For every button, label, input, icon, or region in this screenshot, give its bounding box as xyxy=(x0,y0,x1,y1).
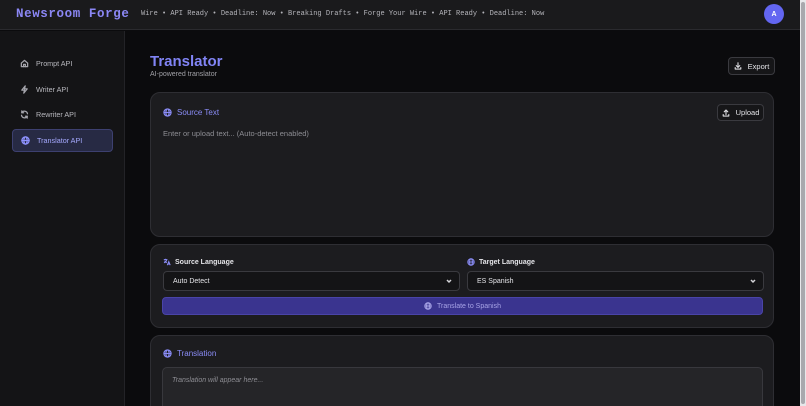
sidebar: Prompt API Writer API Rewriter API Trans… xyxy=(0,31,125,406)
translate-button[interactable]: Translate to Spanish xyxy=(162,297,763,315)
page-title: Translator xyxy=(150,53,223,70)
home-icon xyxy=(20,59,29,68)
source-text-input[interactable]: Enter or upload text... (Auto-detect ena… xyxy=(163,129,309,138)
sidebar-item-label: Rewriter API xyxy=(36,110,76,119)
bolt-icon xyxy=(21,85,28,94)
translation-label: Translation xyxy=(177,349,217,358)
chevron-down-icon xyxy=(750,278,756,284)
sidebar-item-label: Translator API xyxy=(37,136,83,145)
translation-heading: Translation xyxy=(163,349,216,358)
translation-placeholder: Translation will appear here... xyxy=(172,377,264,384)
refresh-icon xyxy=(20,110,29,119)
source-text-heading: Source Text xyxy=(163,108,219,117)
upload-button[interactable]: Upload xyxy=(717,104,764,121)
news-ticker: Wire • API Ready • Deadline: Now • Break… xyxy=(141,10,545,18)
download-icon xyxy=(734,62,742,70)
translation-output[interactable]: Translation will appear here... xyxy=(162,367,763,406)
brand-logo[interactable]: Newsroom Forge xyxy=(16,7,129,21)
target-language-text: Target Language xyxy=(479,258,535,266)
target-language-value: ES Spanish xyxy=(477,277,514,285)
source-text-card: Source Text Upload Enter or upload text.… xyxy=(150,92,774,237)
language-icon xyxy=(163,258,171,266)
sidebar-item-label: Prompt API xyxy=(36,59,73,68)
top-bar: Newsroom Forge Wire • API Ready • Deadli… xyxy=(0,0,800,30)
globe-icon xyxy=(163,349,172,358)
upload-icon xyxy=(722,108,729,117)
globe-icon xyxy=(21,136,30,145)
source-language-text: Source Language xyxy=(175,258,234,266)
source-language-label: Source Language xyxy=(163,258,234,266)
sidebar-item-writer-api[interactable]: Writer API xyxy=(12,78,113,101)
globe-icon xyxy=(424,302,432,310)
target-language-select[interactable]: ES Spanish xyxy=(467,271,764,291)
globe-icon xyxy=(163,108,172,117)
sidebar-item-prompt-api[interactable]: Prompt API xyxy=(12,52,113,75)
upload-label: Upload xyxy=(735,108,760,117)
scrollbar-thumb[interactable] xyxy=(801,2,805,404)
globe-icon xyxy=(467,258,475,266)
chevron-down-icon xyxy=(446,278,452,284)
sidebar-item-rewriter-api[interactable]: Rewriter API xyxy=(12,103,113,126)
user-avatar[interactable]: A xyxy=(764,4,784,24)
sidebar-item-translator-api[interactable]: Translator API xyxy=(12,129,113,152)
page-subtitle: AI-powered translator xyxy=(150,71,217,78)
export-label: Export xyxy=(747,61,770,71)
translate-button-label: Translate to Spanish xyxy=(437,302,501,310)
language-card: Source Language Auto Detect Target Langu… xyxy=(150,244,774,328)
sidebar-item-label: Writer API xyxy=(36,85,69,94)
source-language-value: Auto Detect xyxy=(173,277,210,285)
target-language-label: Target Language xyxy=(467,258,535,266)
source-text-label: Source Text xyxy=(177,108,220,117)
export-button[interactable]: Export xyxy=(728,57,775,75)
source-language-select[interactable]: Auto Detect xyxy=(163,271,460,291)
